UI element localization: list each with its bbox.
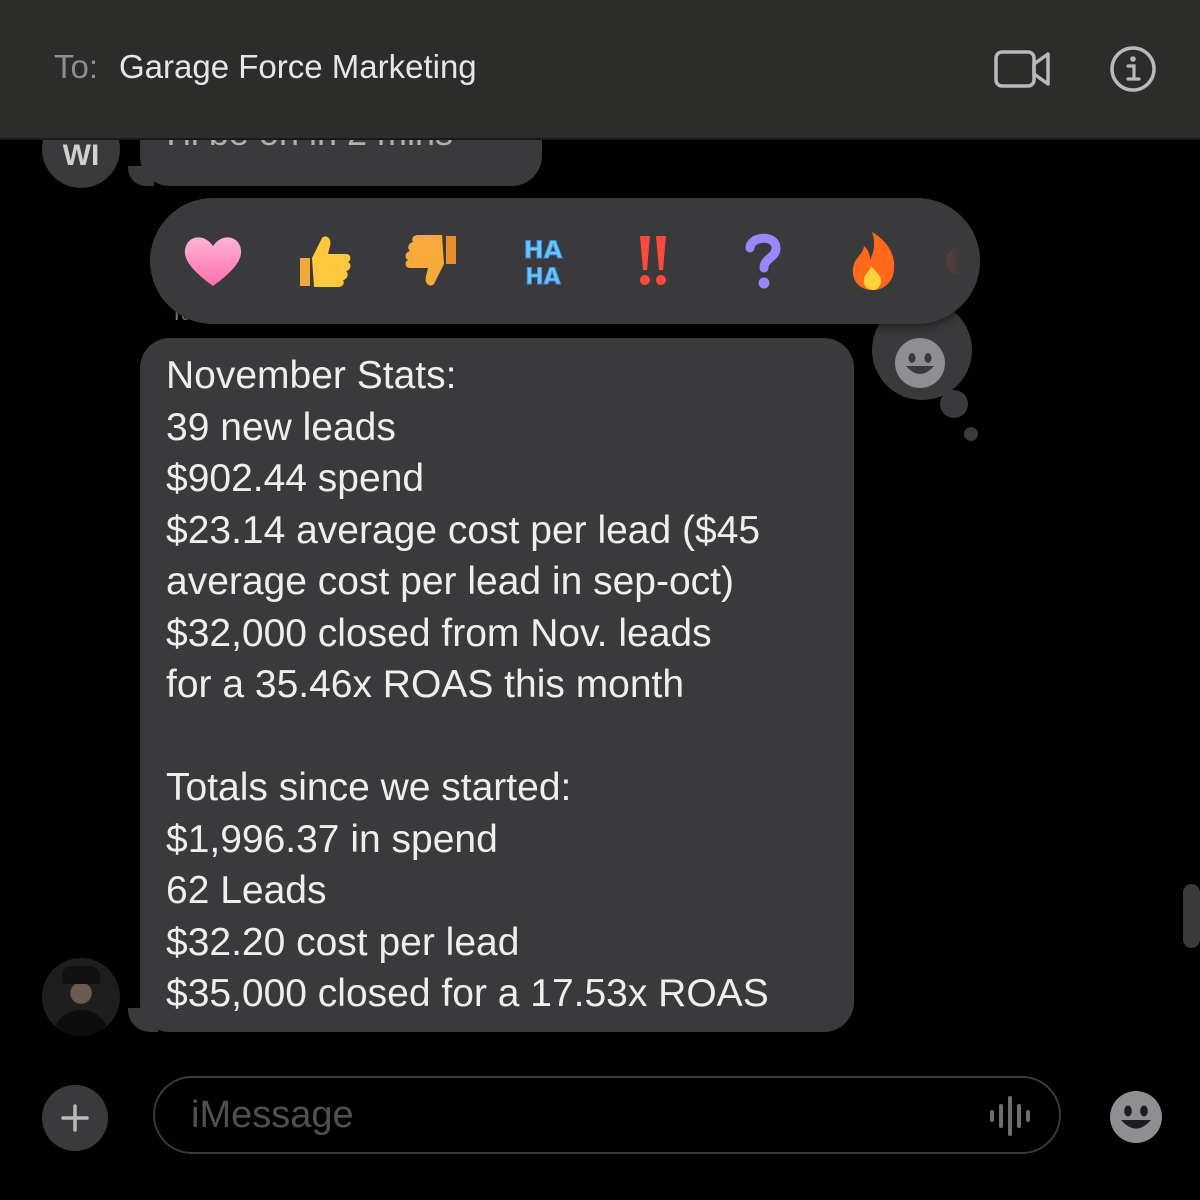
message-line: for a 35.46x ROAS this month: [166, 663, 685, 706]
emoji-icon[interactable]: [1108, 1089, 1164, 1145]
to-label: To:: [54, 48, 99, 85]
voice-waveform-icon[interactable]: [986, 1094, 1034, 1138]
recipient-name[interactable]: Garage Force Marketing: [119, 48, 477, 86]
message-line-blank: [166, 711, 828, 763]
message-line: November Stats:: [166, 354, 457, 397]
haha-reaction-icon[interactable]: HA HA: [508, 226, 578, 296]
avatar-hat: [62, 966, 100, 984]
smiley-add-icon[interactable]: [893, 336, 947, 390]
avatar[interactable]: [42, 958, 120, 1036]
thumbs-down-reaction-icon[interactable]: [398, 226, 468, 296]
thumbs-up-reaction-icon[interactable]: [288, 226, 358, 296]
info-icon[interactable]: [1108, 44, 1158, 94]
heart-reaction-icon[interactable]: [178, 226, 248, 296]
message-transcript: WI I'll be on in 2 mins Ta: [0, 140, 1200, 1200]
message-line: $1,996.37 in spend: [166, 817, 498, 861]
avatar-body: [52, 1010, 110, 1036]
previous-message-bubble[interactable]: I'll be on in 2 mins: [140, 140, 542, 186]
svg-text:HA: HA: [524, 236, 563, 264]
message-line: $35,000 closed for a 17.53x ROAS: [166, 972, 769, 1015]
message-line: $32,000 closed from Nov. leads: [166, 611, 712, 655]
message-line: Totals since we started:: [166, 766, 572, 809]
conversation-header: To: Garage Force Marketing: [0, 0, 1200, 140]
question-reaction-icon[interactable]: [728, 226, 798, 296]
tapback-picker: HA HA: [150, 198, 980, 324]
scrollbar-thumb[interactable]: [1183, 884, 1200, 948]
message-line: 62 Leads: [166, 869, 327, 912]
message-line: average cost per lead in sep-oct): [166, 560, 734, 603]
avatar[interactable]: WI: [42, 140, 120, 188]
picker-fade: [920, 198, 980, 324]
exclamation-reaction-icon[interactable]: [618, 226, 688, 296]
plus-icon[interactable]: [42, 1085, 108, 1151]
fire-reaction-icon[interactable]: [838, 226, 908, 296]
message-input[interactable]: [153, 1076, 1061, 1154]
message-line: $902.44 spend: [166, 457, 425, 500]
message-bubble[interactable]: November Stats: 39 new leads $902.44 spe…: [140, 338, 854, 1032]
picker-bubble-dot: [940, 390, 968, 418]
message-line: $23.14 average cost per lead ($45: [166, 508, 761, 552]
message-text: I'll be on in 2 mins: [166, 140, 453, 154]
video-camera-icon[interactable]: [994, 44, 1052, 94]
svg-text:HA: HA: [525, 265, 560, 290]
avatar-initials: WI: [62, 140, 100, 172]
picker-bubble-dot: [964, 427, 978, 441]
message-line: 39 new leads: [166, 405, 396, 449]
message-line: $32.20 cost per lead: [166, 920, 520, 964]
